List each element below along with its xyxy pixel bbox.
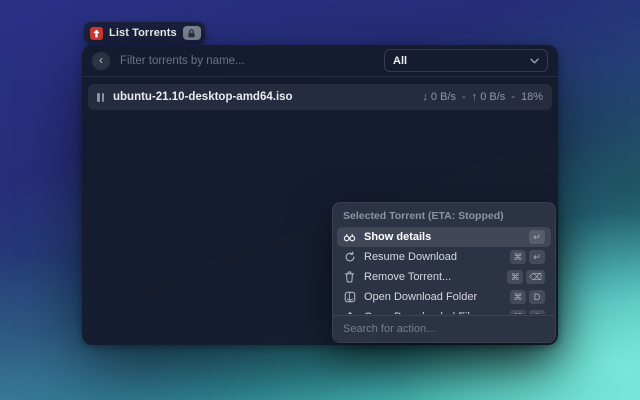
action-label: Show details (364, 231, 432, 243)
transmission-icon (90, 26, 103, 40)
filter-dropdown[interactable]: All (384, 49, 548, 72)
raycast-window: ‹ Filter torrents by name... All ubuntu-… (82, 45, 558, 345)
search-input[interactable]: Filter torrents by name... (120, 55, 374, 67)
action-open-downloaded-files[interactable]: Open Downloaded Files... ⌘ O (337, 307, 551, 314)
filter-dropdown-value: All (393, 54, 408, 67)
action-resume-download[interactable]: Resume Download ⌘ ↵ (337, 247, 551, 267)
back-button[interactable]: ‹ (92, 51, 110, 70)
refresh-icon (343, 251, 356, 264)
finder-icon (343, 291, 356, 304)
action-label: Remove Torrent... (364, 271, 452, 283)
progress-percent: 18% (520, 91, 543, 103)
key-cmd: ⌘ (510, 250, 526, 264)
upload-rate: ↑ 0 B/s (471, 91, 506, 103)
trash-icon (343, 271, 356, 284)
action-show-details[interactable]: Show details ↵ (337, 227, 551, 247)
key-letter: D (529, 290, 545, 304)
key-delete: ⌫ (526, 270, 545, 284)
key-cmd: ⌘ (507, 270, 524, 284)
search-bar: ‹ Filter torrents by name... All (82, 45, 558, 77)
action-remove-torrent[interactable]: Remove Torrent... ⌘ ⌫ (337, 267, 551, 287)
key-letter: O (529, 310, 545, 314)
action-list: Show details ↵ Resume Download ⌘ ↵ Remov… (333, 227, 555, 314)
separator: - (462, 91, 466, 103)
key-return: ↵ (529, 230, 545, 244)
lock-icon (182, 26, 201, 40)
torrent-name: ubuntu-21.10-desktop-amd64.iso (113, 91, 293, 103)
open-files-icon (343, 311, 356, 314)
key-return: ↵ (529, 250, 545, 264)
key-cmd: ⌘ (510, 310, 526, 314)
action-label: Open Download Folder (364, 291, 478, 303)
separator: - (511, 91, 515, 103)
command-tab[interactable]: List Torrents (84, 22, 205, 44)
chevron-left-icon: ‹ (99, 53, 103, 67)
action-panel-title: Selected Torrent (ETA: Stopped) (343, 210, 504, 222)
pause-icon (97, 92, 104, 102)
action-search-input[interactable]: Search for action... (333, 315, 555, 342)
torrent-list-item[interactable]: ubuntu-21.10-desktop-amd64.iso ↓ 0 B/s -… (88, 84, 552, 110)
action-label: Resume Download (364, 251, 457, 263)
key-cmd: ⌘ (510, 290, 526, 304)
command-title: List Torrents (109, 27, 177, 39)
action-label: Open Downloaded Files... (364, 311, 502, 314)
binoculars-icon (343, 231, 356, 244)
chevron-down-icon (530, 58, 539, 64)
action-open-download-folder[interactable]: Open Download Folder ⌘ D (337, 287, 551, 307)
action-panel: Selected Torrent (ETA: Stopped) Show det… (332, 202, 556, 343)
torrent-stats: ↓ 0 B/s - ↑ 0 B/s - 18% (422, 91, 543, 103)
download-rate: ↓ 0 B/s (422, 91, 456, 103)
